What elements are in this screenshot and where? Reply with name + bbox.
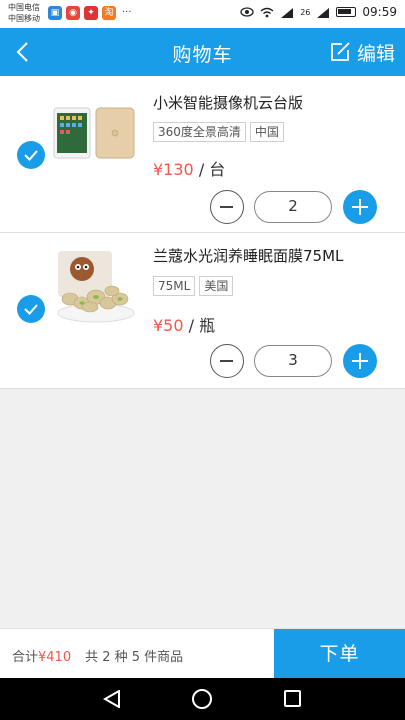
price-unit: / 台: [198, 160, 226, 179]
more-notifications-icon: ···: [122, 7, 132, 18]
increase-button[interactable]: [343, 190, 377, 224]
product-image-snack[interactable]: [52, 247, 136, 331]
signal-icon-2: [317, 7, 330, 18]
product-name[interactable]: 兰蔻水光润养睡眠面膜75ML: [153, 245, 343, 266]
product-tag: 美国: [199, 276, 234, 296]
system-status: 26 09:59: [240, 5, 397, 19]
eye-icon: [240, 7, 254, 17]
cart-item: 兰蔻水光润养睡眠面膜75ML 75ML 美国 ¥50 / 瓶 3: [0, 233, 405, 389]
check-icon: [24, 150, 38, 161]
price-value: ¥50: [153, 316, 184, 335]
signal-icon: [281, 7, 294, 18]
product-tags: 75ML 美国: [153, 276, 234, 296]
ipad-tablet-image: [53, 107, 135, 159]
pistachio-snack-image: [57, 251, 135, 323]
cart-item: 小米智能摄像机云台版 360度全景高清 中国 ¥130 / 台 2: [0, 76, 405, 233]
item-checkbox[interactable]: [17, 141, 45, 169]
place-order-button[interactable]: 下单: [274, 629, 405, 679]
clock: 09:59: [362, 5, 397, 19]
battery-icon: [336, 7, 357, 17]
system-nav-bar: [0, 678, 405, 720]
status-bar: 中国电信 中国移动 ▣ ◉ ✦ 淘 ··· 26 09:59: [0, 0, 405, 28]
order-summary: 合计¥410 共 2 种 5 件商品: [12, 646, 183, 665]
price-value: ¥130: [153, 160, 194, 179]
cart-list: 小米智能摄像机云台版 360度全景高清 中国 ¥130 / 台 2 兰蔻水光润养…: [0, 76, 405, 389]
item-checkbox[interactable]: [17, 295, 45, 323]
product-tag: 中国: [249, 122, 284, 142]
decrease-button[interactable]: [210, 190, 244, 224]
quantity-input[interactable]: 3: [254, 345, 332, 377]
product-tag: 360度全景高清: [153, 122, 246, 142]
wifi-icon: [260, 7, 274, 17]
price-unit: / 瓶: [188, 316, 216, 335]
quantity-input[interactable]: 2: [254, 191, 332, 223]
product-price: ¥130 / 台: [153, 156, 225, 180]
nav-back-icon[interactable]: [103, 690, 121, 708]
item-count: 共 2 种 5 件商品: [85, 650, 184, 665]
app-icon-blue: ▣: [48, 6, 62, 20]
product-tag: 75ML: [153, 276, 196, 296]
weibo-icon: ◉: [66, 6, 80, 20]
decrease-button[interactable]: [210, 344, 244, 378]
nav-recent-apps-icon[interactable]: [284, 690, 301, 707]
edit-label: 编辑: [356, 42, 395, 65]
quantity-stepper: 2: [210, 190, 377, 224]
notification-icons: ▣ ◉ ✦ 淘 ···: [48, 6, 132, 20]
product-name[interactable]: 小米智能摄像机云台版: [153, 92, 303, 113]
edit-icon: [331, 42, 350, 61]
network-type: 26: [300, 7, 311, 17]
netease-icon: ✦: [84, 6, 98, 20]
carrier-info: 中国电信 中国移动: [8, 2, 40, 24]
product-price: ¥50 / 瓶: [153, 312, 215, 336]
nav-home-icon[interactable]: [192, 689, 212, 709]
check-icon: [24, 304, 38, 315]
app-header: 购物车 编辑: [0, 28, 405, 76]
carrier-1: 中国电信: [8, 3, 40, 12]
total-label: 合计: [12, 650, 39, 665]
product-tags: 360度全景高清 中国: [153, 122, 284, 142]
edit-button[interactable]: 编辑: [329, 36, 395, 68]
carrier-2: 中国移动: [8, 14, 40, 23]
checkout-bar: 合计¥410 共 2 种 5 件商品 下单: [0, 628, 405, 679]
total-amount: ¥410: [38, 650, 72, 665]
product-image-ipad[interactable]: [52, 100, 136, 184]
increase-button[interactable]: [343, 344, 377, 378]
quantity-stepper: 3: [210, 344, 377, 378]
taobao-icon: 淘: [102, 6, 116, 20]
